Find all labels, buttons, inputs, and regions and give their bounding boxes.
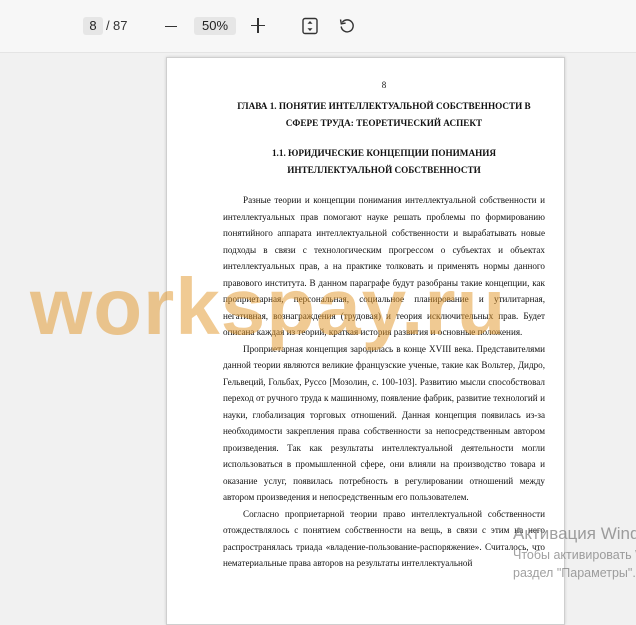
windows-activation-notice: Активация Windows Чтобы активировать Win… [513,522,636,582]
rotate-icon [339,19,354,33]
current-page-input[interactable]: 8 [83,17,103,35]
paragraph: Проприетарная концепция зародилась в кон… [223,343,545,503]
paragraph: Разные теории и концепции понимания инте… [223,195,545,337]
page-number: 8 [381,80,387,90]
total-pages: 87 [113,18,128,33]
page-content: 8 ГЛАВА 1. ПОНЯТИЕ ИНТЕЛЛЕКТУАЛЬНОЙ СОБС… [223,78,545,619]
viewer-toolbar: 8 / 87 50% [0,0,636,53]
zoom-in-button[interactable] [249,16,267,36]
section-title: 1.1. ЮРИДИЧЕСКИЕ КОНЦЕПЦИИ ПОНИМАНИЯ ИНТ… [271,148,497,175]
activation-line-2: раздел "Параметры". [513,566,636,580]
zoom-out-button[interactable] [162,16,180,36]
activation-title: Активация Windows [513,524,636,543]
paragraph: Согласно проприетарной теории право инте… [223,508,545,569]
fit-page-icon [302,17,318,35]
rotate-button[interactable] [338,16,356,36]
activation-line-1: Чтобы активировать Windows, перейдите в [513,548,636,562]
fit-page-button[interactable] [301,16,319,36]
chapter-title: ГЛАВА 1. ПОНЯТИЕ ИНТЕЛЛЕКТУАЛЬНОЙ СОБСТВ… [237,101,531,128]
page-separator: / [106,18,110,33]
zoom-level-input[interactable]: 50% [194,17,236,35]
